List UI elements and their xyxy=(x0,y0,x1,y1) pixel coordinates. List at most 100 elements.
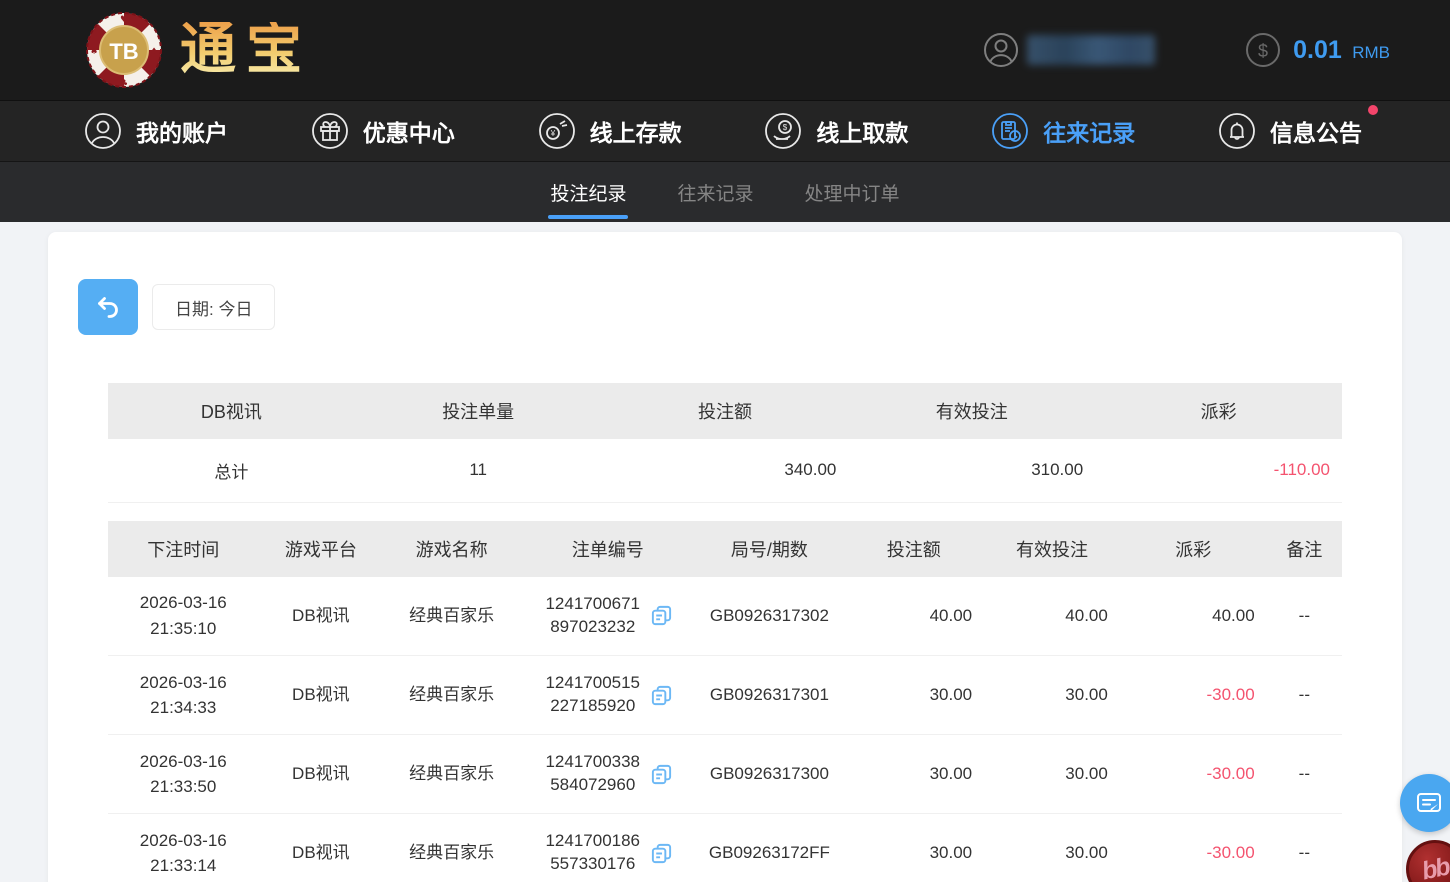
svg-text:TB: TB xyxy=(109,39,138,64)
col-bet-id: 注单编号 xyxy=(520,521,695,577)
summary-col-bet-count: 投注单量 xyxy=(355,383,602,439)
copy-icon[interactable] xyxy=(650,842,673,865)
summary-col-payout: 派彩 xyxy=(1095,383,1342,439)
game-name: 经典百家乐 xyxy=(383,814,520,882)
bet-time: 2026-03-16 21:35:10 xyxy=(108,577,259,656)
nav-item-transaction-records[interactable]: 往来记录 xyxy=(991,112,1135,150)
tab-bet-records[interactable]: 投注纪录 xyxy=(548,162,628,222)
site-logo[interactable]: TB ♥♦♣♠ 通宝 xyxy=(84,10,312,90)
dollar-circle-icon: $ xyxy=(1245,32,1281,68)
bet-id: 1241700186557330176 xyxy=(543,830,643,876)
summary-col-bet-amount: 投注额 xyxy=(602,383,849,439)
user-avatar-icon xyxy=(983,32,1019,68)
bet-records-table: 下注时间 游戏平台 游戏名称 注单编号 局号/期数 投注额 有效投注 派彩 备注… xyxy=(108,521,1342,882)
svg-text:$: $ xyxy=(1258,41,1268,61)
game-name: 经典百家乐 xyxy=(383,656,520,735)
gift-icon xyxy=(311,112,349,150)
note: -- xyxy=(1267,735,1342,814)
nav-item-promotions[interactable]: 优惠中心 xyxy=(311,112,455,150)
tab-transaction-records[interactable]: 往来记录 xyxy=(675,162,755,222)
nav-item-my-account[interactable]: 我的账户 xyxy=(84,112,228,150)
bet-id-cell: 1241700671897023232 xyxy=(520,577,695,656)
user-icon xyxy=(84,112,122,150)
note: -- xyxy=(1267,656,1342,735)
bet-amount: 30.00 xyxy=(843,656,984,735)
summary-total-label: 总计 xyxy=(108,439,355,502)
summary-payout: -110.00 xyxy=(1095,439,1342,502)
note: -- xyxy=(1267,814,1342,882)
bell-icon xyxy=(1218,112,1256,150)
game-name: 经典百家乐 xyxy=(383,735,520,814)
summary-col-valid-bet: 有效投注 xyxy=(848,383,1095,439)
payout: -30.00 xyxy=(1120,814,1267,882)
bb-logo-button[interactable]: bb xyxy=(1406,840,1450,882)
nav-item-deposit[interactable]: ¥ 线上存款 xyxy=(538,112,682,150)
copy-icon[interactable] xyxy=(650,604,673,627)
bet-amount: 30.00 xyxy=(843,735,984,814)
payout: -30.00 xyxy=(1120,735,1267,814)
bet-id-cell: 1241700515227185920 xyxy=(520,656,695,735)
platform: DB视讯 xyxy=(259,577,384,656)
user-account[interactable] xyxy=(983,32,1155,68)
chat-icon xyxy=(1414,788,1444,818)
valid-bet: 30.00 xyxy=(984,656,1120,735)
back-button[interactable] xyxy=(78,279,138,335)
svg-text:♣: ♣ xyxy=(120,79,128,89)
bet-time: 2026-03-16 21:34:33 xyxy=(108,656,259,735)
round-id: GB0926317300 xyxy=(695,735,843,814)
notification-dot xyxy=(1368,105,1378,115)
betting-records-page: TB ♥♦♣♠ 通宝 xyxy=(0,0,1450,882)
svg-text:¥: ¥ xyxy=(549,129,555,138)
top-header: TB ♥♦♣♠ 通宝 xyxy=(0,0,1450,100)
bet-id: 1241700671897023232 xyxy=(543,593,643,639)
bet-id: 1241700338584072960 xyxy=(543,751,643,797)
summary-header-row: DB视讯 投注单量 投注额 有效投注 派彩 xyxy=(108,383,1342,439)
bet-time: 2026-03-16 21:33:14 xyxy=(108,814,259,882)
platform: DB视讯 xyxy=(259,735,384,814)
date-filter[interactable]: 日期: 今日 xyxy=(152,284,275,330)
summary-bet-amount: 340.00 xyxy=(602,439,849,502)
valid-bet: 30.00 xyxy=(984,735,1120,814)
summary-col-platform: DB视讯 xyxy=(108,383,355,439)
game-name: 经典百家乐 xyxy=(383,577,520,656)
nav-item-withdraw[interactable]: $ 线上取款 xyxy=(764,112,908,150)
table-row: 2026-03-16 21:33:14 DB视讯 经典百家乐 124170018… xyxy=(108,814,1342,882)
payout: -30.00 xyxy=(1120,656,1267,735)
svg-text:$: $ xyxy=(783,123,788,132)
tables-zone: DB视讯 投注单量 投注额 有效投注 派彩 总计 11 340.00 310.0… xyxy=(108,383,1342,882)
platform: DB视讯 xyxy=(259,814,384,882)
col-round-id: 局号/期数 xyxy=(695,521,843,577)
nav-item-announcements[interactable]: 信息公告 xyxy=(1218,112,1362,150)
summary-total-row: 总计 11 340.00 310.00 -110.00 xyxy=(108,439,1342,502)
round-id: GB09263172FF xyxy=(695,814,843,882)
summary-valid-bet: 310.00 xyxy=(848,439,1095,502)
table-row: 2026-03-16 21:34:33 DB视讯 经典百家乐 124170051… xyxy=(108,656,1342,735)
copy-icon[interactable] xyxy=(650,763,673,786)
copy-icon[interactable] xyxy=(650,684,673,707)
col-bet-amount: 投注额 xyxy=(843,521,984,577)
casino-chip-logo-icon: TB ♥♦♣♠ xyxy=(84,10,164,90)
valid-bet: 40.00 xyxy=(984,577,1120,656)
records-card: 日期: 今日 DB视讯 投注单量 投注额 有效投注 派彩 总计 xyxy=(48,232,1402,882)
bet-time: 2026-03-16 21:33:50 xyxy=(108,735,259,814)
col-platform: 游戏平台 xyxy=(259,521,384,577)
balance-amount: 0.01 xyxy=(1293,36,1342,64)
platform: DB视讯 xyxy=(259,656,384,735)
summary-table: DB视讯 投注单量 投注额 有效投注 派彩 总计 11 340.00 310.0… xyxy=(108,383,1342,503)
bb-logo: bb xyxy=(1419,852,1450,882)
main-nav: 我的账户 优惠中心 ¥ 线上存款 xyxy=(0,100,1450,161)
customer-service-button[interactable] xyxy=(1400,774,1450,832)
tab-pending-orders[interactable]: 处理中订单 xyxy=(803,162,902,222)
note: -- xyxy=(1267,577,1342,656)
col-bet-time: 下注时间 xyxy=(108,521,259,577)
table-row: 2026-03-16 21:33:50 DB视讯 经典百家乐 124170033… xyxy=(108,735,1342,814)
toolbar: 日期: 今日 xyxy=(78,279,1372,335)
round-id: GB0926317301 xyxy=(695,656,843,735)
round-id: GB0926317302 xyxy=(695,577,843,656)
valid-bet: 30.00 xyxy=(984,814,1120,882)
balance-display[interactable]: $ 0.01 RMB xyxy=(1245,32,1390,68)
bet-header-row: 下注时间 游戏平台 游戏名称 注单编号 局号/期数 投注额 有效投注 派彩 备注 xyxy=(108,521,1342,577)
back-arrow-icon xyxy=(93,292,123,322)
bet-amount: 40.00 xyxy=(843,577,984,656)
deposit-icon: ¥ xyxy=(538,112,576,150)
